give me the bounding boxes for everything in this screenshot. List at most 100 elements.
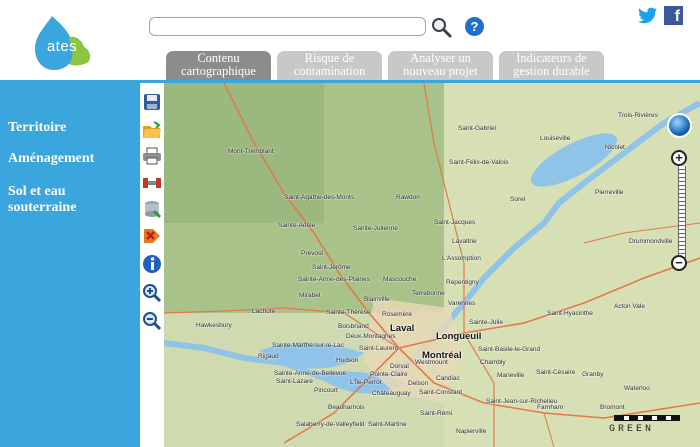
facebook-button[interactable]: f xyxy=(664,6,683,25)
clear-icon xyxy=(144,229,160,243)
map-label: Sainte-Thérèse xyxy=(326,309,371,316)
map-label: Rosemère xyxy=(382,311,412,318)
map-label: Pointe-Claire xyxy=(370,371,408,378)
basemap-globe-icon[interactable] xyxy=(667,113,692,138)
save-button[interactable] xyxy=(142,92,162,112)
map-toolbar xyxy=(140,83,164,447)
map-label: Longueuil xyxy=(436,331,482,342)
layers-button[interactable] xyxy=(142,199,162,219)
measure-button[interactable] xyxy=(142,173,162,193)
map-label: Pierreville xyxy=(595,189,624,196)
logo-text: ates xyxy=(46,38,78,55)
map-label: Repentigny xyxy=(446,279,479,286)
print-icon xyxy=(143,147,161,165)
map-label: Châteauguay xyxy=(372,390,411,397)
measure-icon xyxy=(143,178,161,188)
tab-contenu-cartographique[interactable]: Contenu cartographique xyxy=(166,51,271,80)
map-label: Saint-Constant xyxy=(419,389,462,396)
zoom-out-tool-button[interactable] xyxy=(142,311,162,331)
twitter-icon xyxy=(638,7,657,24)
tab-risque-de-contamination[interactable]: Risque de contamination xyxy=(277,51,382,80)
save-icon xyxy=(144,94,160,110)
help-button[interactable]: ? xyxy=(465,17,484,36)
map-label: Deux-Montagnes xyxy=(346,333,396,340)
sidebar-item-territoire[interactable]: Territoire xyxy=(0,120,66,136)
tab-analyser-nouveau-projet[interactable]: Analyser un nouveau projet xyxy=(388,51,493,80)
map-label: Westmount xyxy=(415,359,448,366)
zoom-slider[interactable] xyxy=(678,166,686,258)
map-label: Saint-Jacques xyxy=(434,219,476,226)
map-label: Saint-Lazare xyxy=(276,378,313,385)
search-icon xyxy=(432,18,452,38)
map-label: Rawdon xyxy=(396,194,420,201)
ates-logo[interactable]: ates xyxy=(30,14,96,76)
map-label: Saint-Gabriel xyxy=(458,125,496,132)
map-label: Mirabel xyxy=(299,292,321,299)
map-label: Salaberry-de-Valleyfield xyxy=(296,421,365,428)
info-button[interactable] xyxy=(142,254,162,274)
map-label: Saint-Agathe-des-Monts xyxy=(284,194,355,201)
map-credit: GREEN xyxy=(609,424,655,435)
map-label: Saint-Jérôme xyxy=(312,264,351,271)
map-label: Delson xyxy=(408,380,429,387)
map-label: Drummondville xyxy=(629,238,673,245)
map-label: Bromont xyxy=(600,404,625,411)
twitter-button[interactable] xyxy=(638,7,658,24)
map-scale-bar xyxy=(614,415,680,421)
map-label: Lachute xyxy=(252,308,276,315)
map-label: Dorval xyxy=(390,363,409,370)
search-input[interactable] xyxy=(149,17,426,36)
map-label: Chambly xyxy=(480,359,506,366)
sidebar-item-amenagement[interactable]: Aménagement xyxy=(0,151,94,167)
map-label: Pincourt xyxy=(314,387,338,394)
map-label: L'Assomption xyxy=(442,255,481,262)
map-label: Saint-Laurent xyxy=(359,345,399,352)
map-zoom-out-button[interactable]: − xyxy=(671,255,687,271)
map-label: Sainte-Julienne xyxy=(353,225,398,232)
info-icon xyxy=(143,255,161,273)
map-label: Sorel xyxy=(510,196,526,203)
map-label: Sainte-Anne-des-Plaines xyxy=(298,276,370,283)
map-label: Blainville xyxy=(364,296,390,303)
map-view[interactable]: Trois-Rivières Saint-Gabriel Louiseville… xyxy=(164,83,700,447)
tab-indicateurs-gestion-durable[interactable]: Indicateurs de gestion durable xyxy=(499,51,604,80)
map-label: Terrebonne xyxy=(412,290,445,297)
map-label: Sainte-Anne-de-Bellevue xyxy=(274,370,347,377)
zoom-in-tool-button[interactable] xyxy=(142,283,162,303)
map-label: Sainte-Marthe-sur-le-Lac xyxy=(272,342,344,349)
search-button[interactable] xyxy=(430,16,452,38)
main-tabs: Contenu cartographique Risque de contami… xyxy=(166,51,604,80)
map-label: Sainte-Adèle xyxy=(278,222,316,229)
map-label: Saint-Hyacinthe xyxy=(547,310,593,317)
print-button[interactable] xyxy=(142,146,162,166)
map-label: Granby xyxy=(582,371,604,378)
map-label: Napierville xyxy=(456,428,487,435)
map-label: Mont-Tremblant xyxy=(228,148,274,155)
open-button[interactable] xyxy=(142,120,162,140)
sidebar: Territoire Aménagement Sol et eau souter… xyxy=(0,80,140,447)
map-label: Waterloo xyxy=(624,385,650,392)
map-label: Nicolet xyxy=(605,144,625,151)
map-label: Farnham xyxy=(537,404,564,411)
map-label: Saint-Martine xyxy=(368,421,407,428)
map-label: Lavaltrie xyxy=(452,238,477,245)
map-label: Saint-Rémi xyxy=(420,410,453,417)
help-icon: ? xyxy=(470,19,479,34)
map-label: Mascouche xyxy=(383,276,417,283)
zoom-in-icon xyxy=(143,284,162,303)
open-folder-icon xyxy=(143,121,161,138)
map-label: Beauharnois xyxy=(328,404,365,411)
map-label: Rigaud xyxy=(258,353,279,360)
map-zoom-in-button[interactable]: + xyxy=(671,150,687,166)
sidebar-item-sol-et-eau-souterraine[interactable]: Sol et eau souterraine xyxy=(0,184,120,216)
map-label: Hawkesbury xyxy=(196,322,232,329)
map-label: Saint-Basile-le-Grand xyxy=(478,346,541,353)
map-label: Marieville xyxy=(497,372,525,379)
map-label: Saint-Césaire xyxy=(536,369,576,376)
facebook-icon: f xyxy=(674,8,680,25)
map-label: Louiseville xyxy=(540,135,571,142)
map-label: L'Île-Perrot xyxy=(350,379,382,386)
layers-icon xyxy=(145,201,162,219)
clear-button[interactable] xyxy=(142,226,162,246)
map-label: Prévost xyxy=(301,250,324,257)
